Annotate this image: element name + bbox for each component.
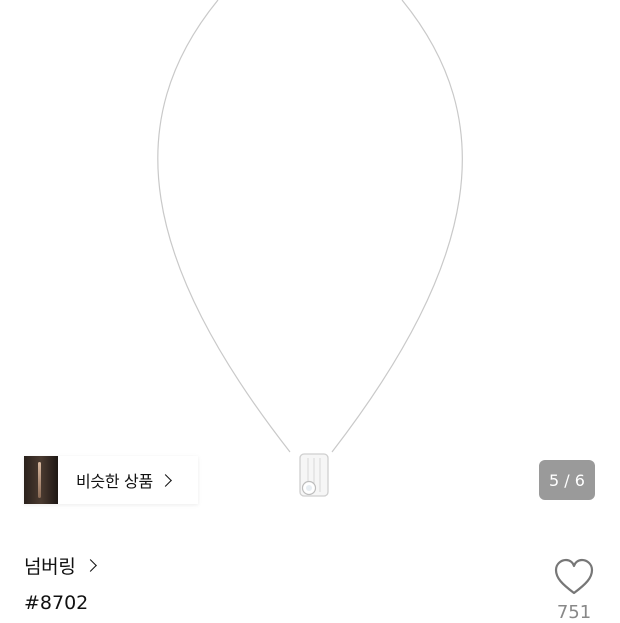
image-counter: 5 / 6 — [539, 460, 595, 500]
similar-products-button[interactable]: 비슷한 상품 — [24, 456, 198, 504]
product-image-gallery[interactable] — [0, 0, 620, 520]
brand-name: 넘버링 — [24, 556, 76, 578]
brand-link[interactable]: 넘버링 — [24, 552, 97, 579]
heart-outline-icon — [554, 558, 594, 595]
chevron-right-icon — [83, 559, 97, 572]
like-button[interactable] — [552, 556, 596, 600]
product-code: #8702 — [24, 592, 89, 614]
similar-products-label: 비슷한 상품 — [76, 472, 153, 491]
similar-product-thumbnail — [24, 456, 58, 504]
chevron-right-icon — [159, 473, 172, 487]
necklace-image — [157, 0, 463, 497]
